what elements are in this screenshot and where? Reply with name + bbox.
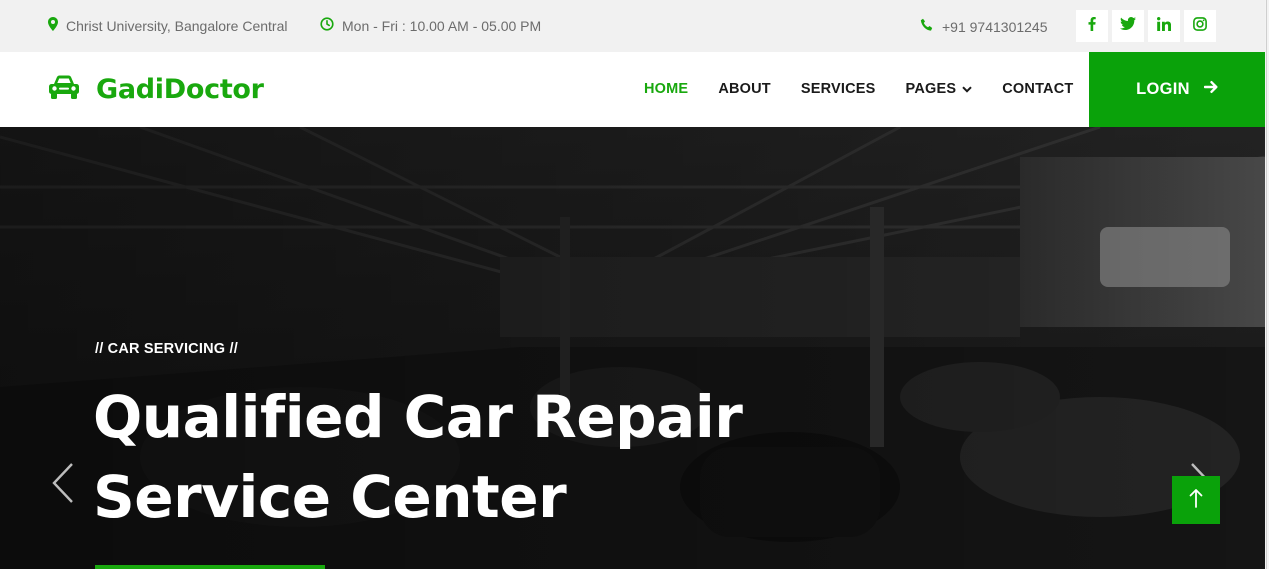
instagram-icon — [1193, 16, 1207, 36]
top-info-bar: Christ University, Bangalore Central Mon… — [0, 0, 1269, 52]
hours-text: Mon - Fri : 10.00 AM - 05.00 PM — [342, 17, 542, 34]
map-pin-icon — [48, 17, 66, 34]
hero-headline: Qualified Car Repair Service Center — [93, 377, 793, 537]
social-links — [1076, 10, 1216, 42]
nav-home[interactable]: HOME — [644, 81, 688, 97]
hero-subtitle: // CAR SERVICING // — [95, 341, 238, 357]
twitter-button[interactable] — [1112, 10, 1144, 42]
brand-name: GadiDoctor — [96, 74, 264, 105]
linkedin-button[interactable] — [1148, 10, 1180, 42]
phone-text: +91 9741301245 — [942, 18, 1048, 35]
instagram-button[interactable] — [1184, 10, 1216, 42]
car-icon — [48, 74, 80, 105]
page-scrollbar-edge — [1266, 0, 1267, 569]
hours-info: Mon - Fri : 10.00 AM - 05.00 PM — [320, 17, 541, 34]
hero-headline-line-1: Qualified Car Repair — [93, 383, 743, 451]
hero-headline-line-2: Service Center — [93, 463, 567, 531]
location-text: Christ University, Bangalore Central — [66, 17, 288, 34]
nav-menu: HOME ABOUT SERVICES PAGES CONTACT — [644, 81, 1103, 97]
phone-icon — [920, 18, 942, 35]
linkedin-icon — [1157, 16, 1172, 36]
clock-icon — [320, 17, 342, 34]
hero-cta-button[interactable] — [95, 565, 325, 569]
nav-contact[interactable]: CONTACT — [1002, 81, 1073, 97]
login-button[interactable]: LOGIN — [1089, 52, 1265, 127]
phone-info[interactable]: +91 9741301245 — [920, 18, 1048, 35]
back-to-top-button[interactable] — [1172, 476, 1220, 524]
facebook-button[interactable] — [1076, 10, 1108, 42]
brand-logo[interactable]: GadiDoctor — [48, 74, 264, 105]
chevron-down-icon — [956, 81, 972, 97]
twitter-icon — [1120, 17, 1136, 35]
carousel-prev-button[interactable] — [50, 462, 76, 509]
facebook-icon — [1088, 16, 1096, 36]
nav-about[interactable]: ABOUT — [718, 81, 771, 97]
nav-services[interactable]: SERVICES — [801, 81, 876, 97]
arrow-up-icon — [1189, 488, 1203, 513]
nav-pages[interactable]: PAGES — [906, 81, 973, 97]
main-navbar: GadiDoctor HOME ABOUT SERVICES PAGES CON… — [0, 52, 1265, 127]
login-label: LOGIN — [1136, 80, 1190, 98]
hero-carousel: // CAR SERVICING // Qualified Car Repair… — [0, 127, 1265, 569]
location-info: Christ University, Bangalore Central — [48, 17, 288, 34]
arrow-right-icon — [1190, 80, 1218, 99]
nav-pages-label: PAGES — [905, 81, 957, 97]
chevron-left-icon — [50, 463, 76, 508]
